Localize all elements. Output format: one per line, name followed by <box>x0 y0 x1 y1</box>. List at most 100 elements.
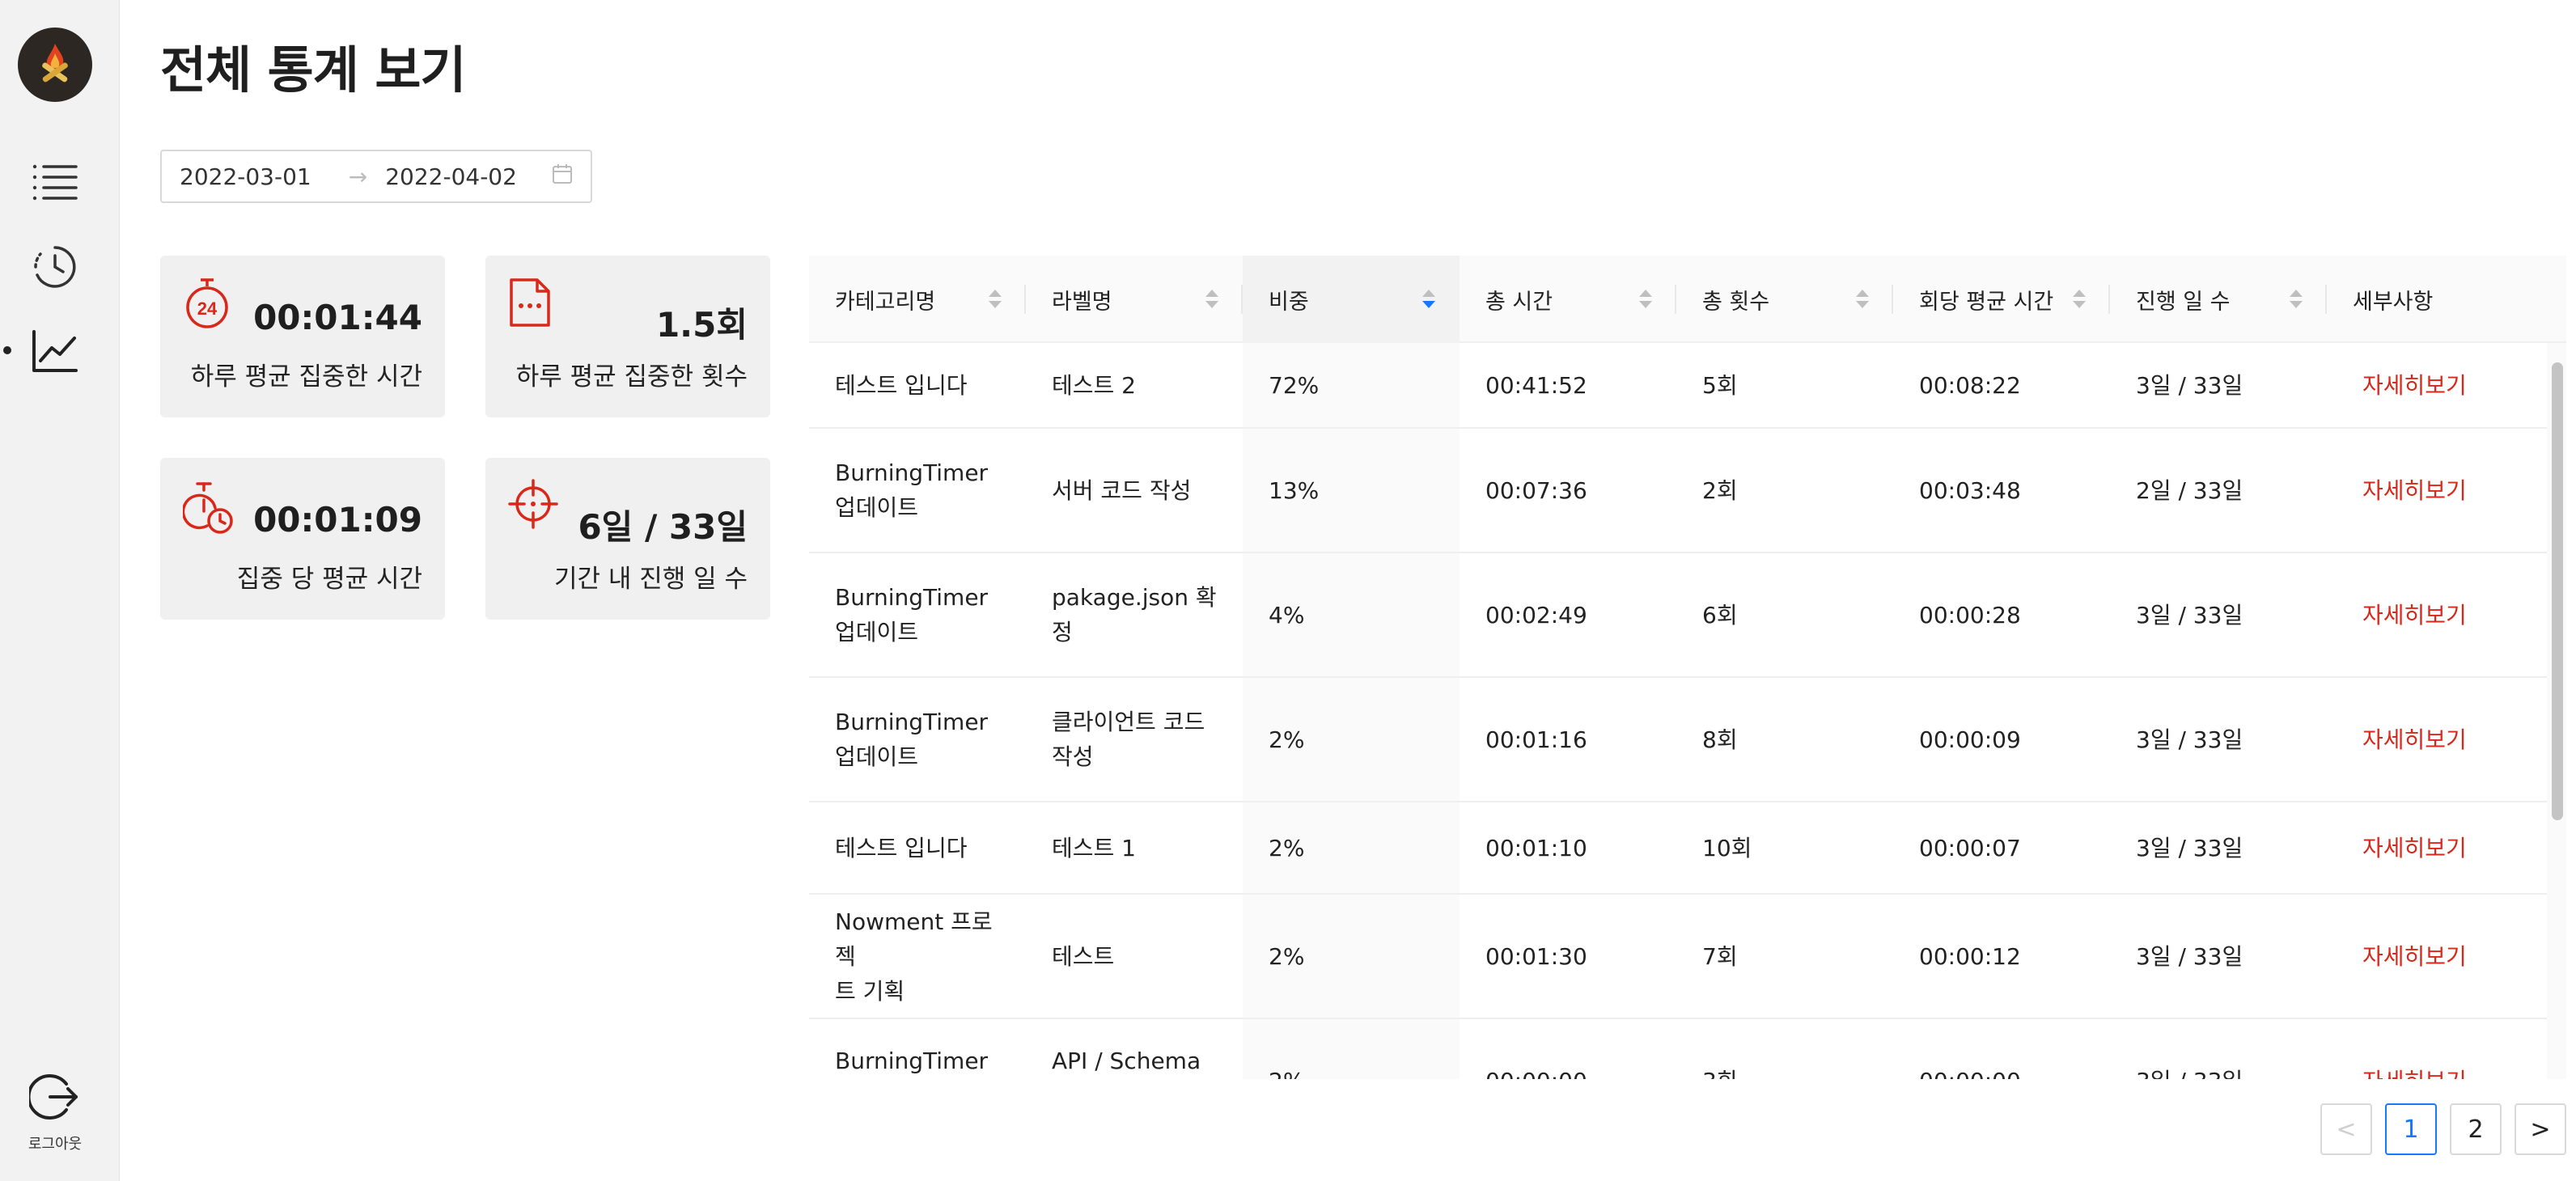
column-header-total-time[interactable]: 총 시간 <box>1460 256 1676 343</box>
cell-avg-time: 00:08:22 <box>1919 371 2021 399</box>
svg-text:24: 24 <box>197 298 218 319</box>
cell-count: 2회 <box>1702 476 1738 504</box>
cell-days: 3일 / 33일 <box>2110 1019 2327 1080</box>
cell-ratio: 2% <box>1269 834 1305 861</box>
logout-icon <box>27 1074 78 1120</box>
column-header-count[interactable]: 총 횟수 <box>1676 256 1893 343</box>
logout-button[interactable]: 로그아웃 <box>15 1071 95 1153</box>
column-title: 카테고리명 <box>835 289 936 315</box>
column-header-category[interactable]: 카테고리명 <box>809 256 1026 343</box>
column-title: 회당 평균 시간 <box>1919 289 2054 315</box>
cell-total-time: 00:01:16 <box>1485 726 1587 753</box>
cell-label: API / Schema 작 <box>1052 1048 1201 1074</box>
detail-link[interactable]: 자세히보기 <box>2327 553 2547 676</box>
pagination-prev-button[interactable]: < <box>2320 1103 2372 1155</box>
column-title: 세부사항 <box>2353 289 2434 315</box>
detail-link[interactable]: 자세히보기 <box>2327 678 2547 801</box>
start-date-input[interactable]: 2022-03-01 <box>180 163 311 190</box>
cell-avg-time: 00:00:12 <box>1919 942 2021 970</box>
flame-logo-icon <box>42 44 68 83</box>
table-scrollbar[interactable] <box>2547 343 2566 1079</box>
cell-category: 테스트 입니다 <box>835 371 968 399</box>
cell-days: 3일 / 33일 <box>2136 371 2243 399</box>
cell-avg-time: 00:00:00 <box>1893 1019 2110 1080</box>
cell-total-time: 00:00:00 <box>1460 1019 1676 1080</box>
app-logo[interactable] <box>18 28 92 102</box>
stat-value: 00:01:44 <box>253 298 422 337</box>
stat-card-daily-avg-count: 1.5회 하루 평균 집중한 횟수 <box>485 256 770 417</box>
cell-ratio: 13% <box>1269 476 1320 504</box>
statistics-table: 카테고리명 라벨명 비중 총 시간 총 횟수 회당 평균 시간 진행 일 수 세… <box>809 256 2566 1079</box>
sort-icon[interactable] <box>989 288 1002 312</box>
stat-label: 하루 평균 집중한 횟수 <box>515 362 748 392</box>
detail-link[interactable]: 자세히보기 <box>2327 802 2547 893</box>
calendar-icon[interactable] <box>552 163 573 190</box>
stat-card-avg-per-focus: 00:01:09 집중 당 평균 시간 <box>160 458 445 620</box>
cell-label: 클라이언트 코드 작성 <box>1052 709 1205 770</box>
sort-icon[interactable] <box>2073 288 2086 312</box>
nav-history[interactable] <box>29 241 81 293</box>
cell-count: 7회 <box>1702 942 1738 970</box>
pagination-page-1[interactable]: 1 <box>2385 1103 2437 1155</box>
table-header: 카테고리명 라벨명 비중 총 시간 총 횟수 회당 평균 시간 진행 일 수 세… <box>809 256 2566 343</box>
sort-icon[interactable] <box>1205 288 1218 312</box>
nav-statistics[interactable] <box>29 325 81 377</box>
cell-category: BurningTimer <box>835 1048 989 1074</box>
table-row: BurningTimer 업데이트 클라이언트 코드 작성 2% 00:01:16 … <box>809 678 2547 802</box>
stat-label: 하루 평균 집중한 시간 <box>190 362 422 392</box>
cell-days: 3일 / 33일 <box>2136 726 2243 753</box>
sidebar: 로그아웃 <box>0 0 120 1181</box>
nav-list[interactable] <box>29 157 81 209</box>
detail-link[interactable]: 자세히보기 <box>2327 343 2547 427</box>
file-dots-icon <box>508 277 552 332</box>
column-header-days[interactable]: 진행 일 수 <box>2110 256 2327 343</box>
cell-days: 2일 / 33일 <box>2136 476 2243 504</box>
cell-avg-time: 00:03:48 <box>1919 476 2021 504</box>
stat-card-progress-days: 6일 / 33일 기간 내 진행 일 수 <box>485 458 770 620</box>
cell-label: 테스트 2 <box>1052 371 1136 399</box>
cell-category: 테스트 입니다 <box>835 834 968 861</box>
end-date-input[interactable]: 2022-04-02 <box>385 163 517 190</box>
active-nav-indicator <box>3 346 11 354</box>
table-row: Nowment 프로젝 트 기획 테스트 2% 00:01:30 7회 00:00… <box>809 895 2547 1019</box>
detail-link[interactable]: 자세히보기 <box>2327 429 2547 552</box>
cell-total-time: 00:01:10 <box>1485 834 1587 861</box>
column-header-avg-time[interactable]: 회당 평균 시간 <box>1893 256 2110 343</box>
cell-avg-time: 00:00:28 <box>1919 601 2021 629</box>
cell-ratio: 72% <box>1269 371 1320 399</box>
cell-total-time: 00:01:30 <box>1485 942 1587 970</box>
cell-category: BurningTimer 업데이트 <box>835 584 989 646</box>
column-title: 라벨명 <box>1052 289 1112 315</box>
cell-avg-time: 00:00:07 <box>1919 834 2021 861</box>
column-title: 비중 <box>1269 289 1309 315</box>
cell-label: 서버 코드 작성 <box>1052 476 1192 504</box>
table-row: BurningTimer 업데이트 pakage.json 확정 4% 00:02… <box>809 553 2547 678</box>
line-chart-icon <box>32 330 78 372</box>
column-header-detail: 세부사항 <box>2327 256 2566 343</box>
column-header-ratio[interactable]: 비중 <box>1243 256 1460 343</box>
sort-desc-active-icon[interactable] <box>1422 288 1435 312</box>
pagination-page-2[interactable]: 2 <box>2450 1103 2502 1155</box>
stat-card-daily-avg-time: 24 00:01:44 하루 평균 집중한 시간 <box>160 256 445 417</box>
cell-ratio: 2% <box>1243 1019 1460 1080</box>
table-row: 테스트 입니다 테스트 1 2% 00:01:10 10회 00:00:07 3… <box>809 802 2547 895</box>
pagination-next-button[interactable]: > <box>2515 1103 2566 1155</box>
cell-count: 10회 <box>1702 834 1752 861</box>
column-header-label[interactable]: 라벨명 <box>1026 256 1243 343</box>
detail-link[interactable]: 자세히보기 <box>2327 1019 2547 1080</box>
sort-icon[interactable] <box>1856 288 1869 312</box>
cell-category: Nowment 프로젝 트 기획 <box>835 908 993 1005</box>
cell-total-time: 00:07:36 <box>1485 476 1587 504</box>
cell-count: 8회 <box>1702 726 1738 753</box>
sort-icon[interactable] <box>2290 288 2303 312</box>
stat-value: 00:01:09 <box>253 500 422 540</box>
scrollbar-thumb[interactable] <box>2552 362 2563 820</box>
date-range-picker[interactable]: 2022-03-01 → 2022-04-02 <box>160 150 592 203</box>
table-row: BurningTimer API / Schema 작 2% 00:00:00 … <box>809 1019 2547 1079</box>
stat-value: 6일 / 33일 <box>578 507 748 547</box>
stopwatch-24-icon: 24 <box>183 277 231 333</box>
table-row: BurningTimer 업데이트 서버 코드 작성 13% 00:07:36 2… <box>809 429 2547 553</box>
cell-ratio: 4% <box>1269 601 1305 629</box>
sort-icon[interactable] <box>1639 288 1652 312</box>
detail-link[interactable]: 자세히보기 <box>2327 895 2547 1018</box>
